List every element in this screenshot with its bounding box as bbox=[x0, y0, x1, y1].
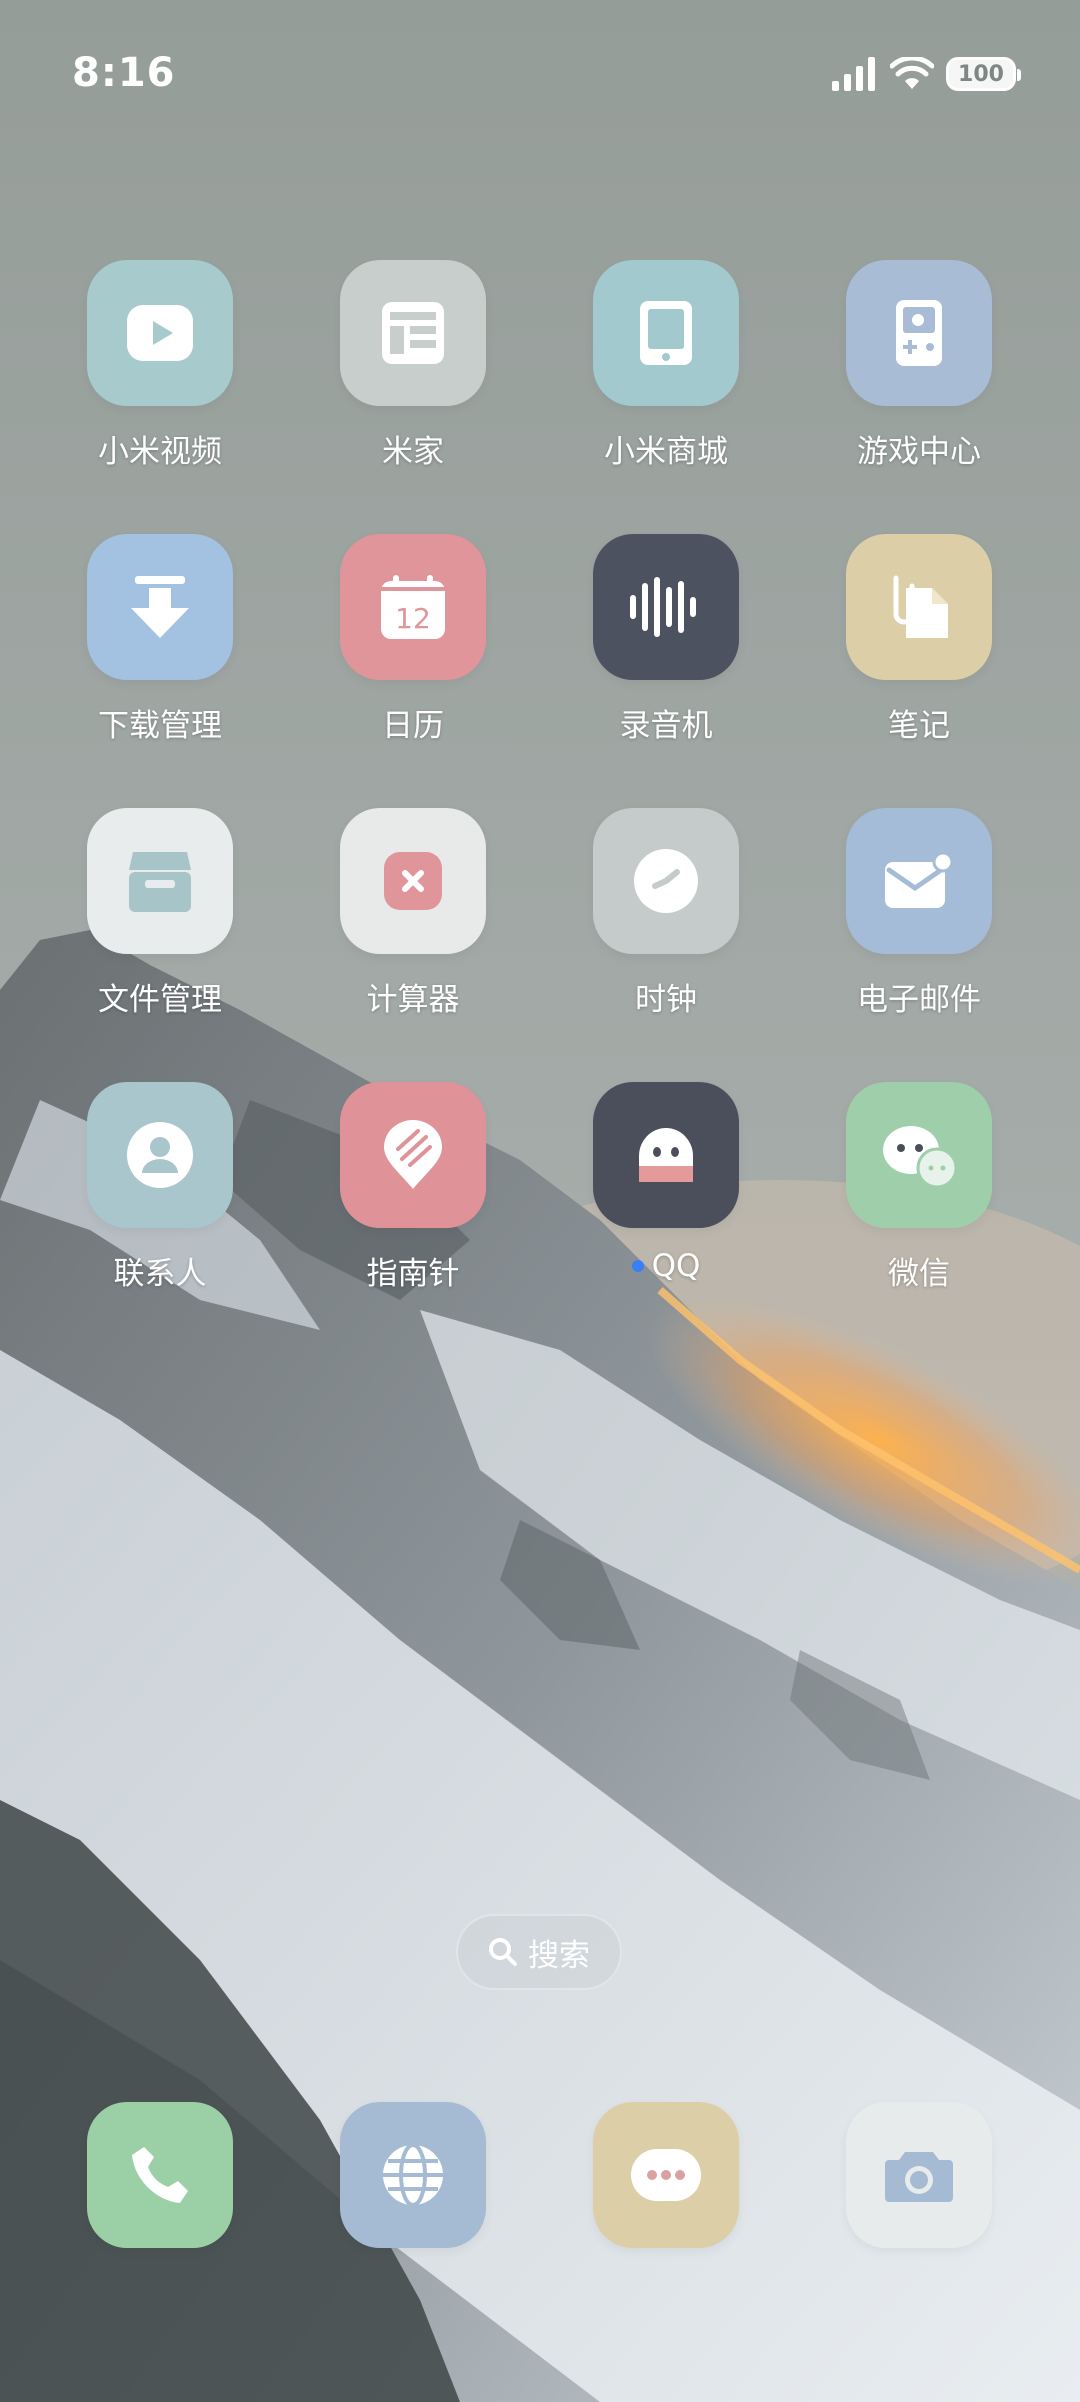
search-pill[interactable]: 搜索 bbox=[456, 1914, 622, 1990]
battery-level: 100 bbox=[958, 61, 1004, 87]
contact-person-icon[interactable] bbox=[87, 1082, 233, 1228]
app-label: 小米视频 bbox=[98, 434, 222, 470]
app-contacts[interactable]: 联系人 bbox=[50, 1082, 270, 1342]
gameboy-icon[interactable] bbox=[846, 260, 992, 406]
note-clip-icon[interactable] bbox=[846, 534, 992, 680]
app-label: 日历 bbox=[382, 708, 444, 744]
tablet-store-icon[interactable] bbox=[593, 260, 739, 406]
app-mi-store[interactable]: 小米商城 bbox=[556, 260, 776, 520]
calculator-icon[interactable] bbox=[340, 808, 486, 954]
app-calculator[interactable]: 计算器 bbox=[303, 808, 523, 1068]
battery-icon: 100 bbox=[946, 57, 1021, 91]
download-arrow-icon[interactable] bbox=[87, 534, 233, 680]
app-label: 小米商城 bbox=[604, 434, 728, 470]
new-content-dot bbox=[631, 1260, 644, 1272]
wifi-icon bbox=[890, 57, 934, 89]
app-recorder[interactable]: 录音机 bbox=[556, 534, 776, 794]
app-downloads[interactable]: 下载管理 bbox=[50, 534, 270, 794]
compass-pin-icon[interactable] bbox=[340, 1082, 486, 1228]
camera-icon[interactable] bbox=[846, 2102, 992, 2248]
app-label: 电子邮件 bbox=[857, 982, 981, 1018]
mijia-layout-icon[interactable] bbox=[340, 260, 486, 406]
app-compass[interactable]: 指南针 bbox=[303, 1082, 523, 1342]
app-label: 计算器 bbox=[366, 982, 460, 1018]
file-tray-icon[interactable] bbox=[87, 808, 233, 954]
message-bubble-icon[interactable] bbox=[593, 2102, 739, 2248]
phone-icon[interactable] bbox=[87, 2102, 233, 2248]
status-icons: 100 bbox=[832, 52, 1021, 96]
app-label: 下载管理 bbox=[98, 708, 222, 744]
app-label: QQ bbox=[651, 1248, 701, 1284]
calendar-icon[interactable]: 12 bbox=[340, 534, 486, 680]
app-mi-video[interactable]: 小米视频 bbox=[50, 260, 270, 520]
dock-messages[interactable] bbox=[556, 2102, 776, 2252]
app-notes[interactable]: 笔记 bbox=[809, 534, 1029, 794]
app-label: 文件管理 bbox=[98, 982, 222, 1018]
app-label: 微信 bbox=[888, 1256, 950, 1292]
app-email[interactable]: 电子邮件 bbox=[809, 808, 1029, 1068]
app-label: 联系人 bbox=[113, 1256, 207, 1292]
app-label-qq: QQ bbox=[631, 1248, 701, 1284]
calendar-day: 12 bbox=[395, 602, 431, 635]
dock-camera[interactable] bbox=[809, 2102, 1029, 2252]
app-clock[interactable]: 时钟 bbox=[556, 808, 776, 1068]
status-bar: 8:16 100 bbox=[0, 0, 1080, 150]
search-label: 搜索 bbox=[528, 1937, 590, 1974]
app-calendar[interactable]: 12 日历 bbox=[303, 534, 523, 794]
dock-phone[interactable] bbox=[50, 2102, 270, 2252]
sound-wave-icon[interactable] bbox=[593, 534, 739, 680]
app-label: 游戏中心 bbox=[857, 434, 981, 470]
app-label: 笔记 bbox=[888, 708, 950, 744]
wechat-bubbles-icon[interactable] bbox=[846, 1082, 992, 1228]
status-time: 8:16 bbox=[72, 50, 176, 96]
app-wechat[interactable]: 微信 bbox=[809, 1082, 1029, 1342]
app-label: 录音机 bbox=[619, 708, 713, 744]
app-label: 米家 bbox=[382, 434, 444, 470]
app-label: 指南针 bbox=[366, 1256, 460, 1292]
dock-browser[interactable] bbox=[303, 2102, 523, 2252]
clock-icon[interactable] bbox=[593, 808, 739, 954]
signal-icon bbox=[832, 57, 875, 91]
app-qq[interactable]: QQ bbox=[556, 1082, 776, 1342]
app-label: 时钟 bbox=[635, 982, 697, 1018]
mail-icon[interactable] bbox=[846, 808, 992, 954]
app-file-manager[interactable]: 文件管理 bbox=[50, 808, 270, 1068]
qq-penguin-icon[interactable] bbox=[593, 1082, 739, 1228]
search-icon bbox=[489, 1938, 517, 1966]
play-video-icon[interactable] bbox=[87, 260, 233, 406]
globe-icon[interactable] bbox=[340, 2102, 486, 2248]
app-game-center[interactable]: 游戏中心 bbox=[809, 260, 1029, 520]
app-mijia[interactable]: 米家 bbox=[303, 260, 523, 520]
